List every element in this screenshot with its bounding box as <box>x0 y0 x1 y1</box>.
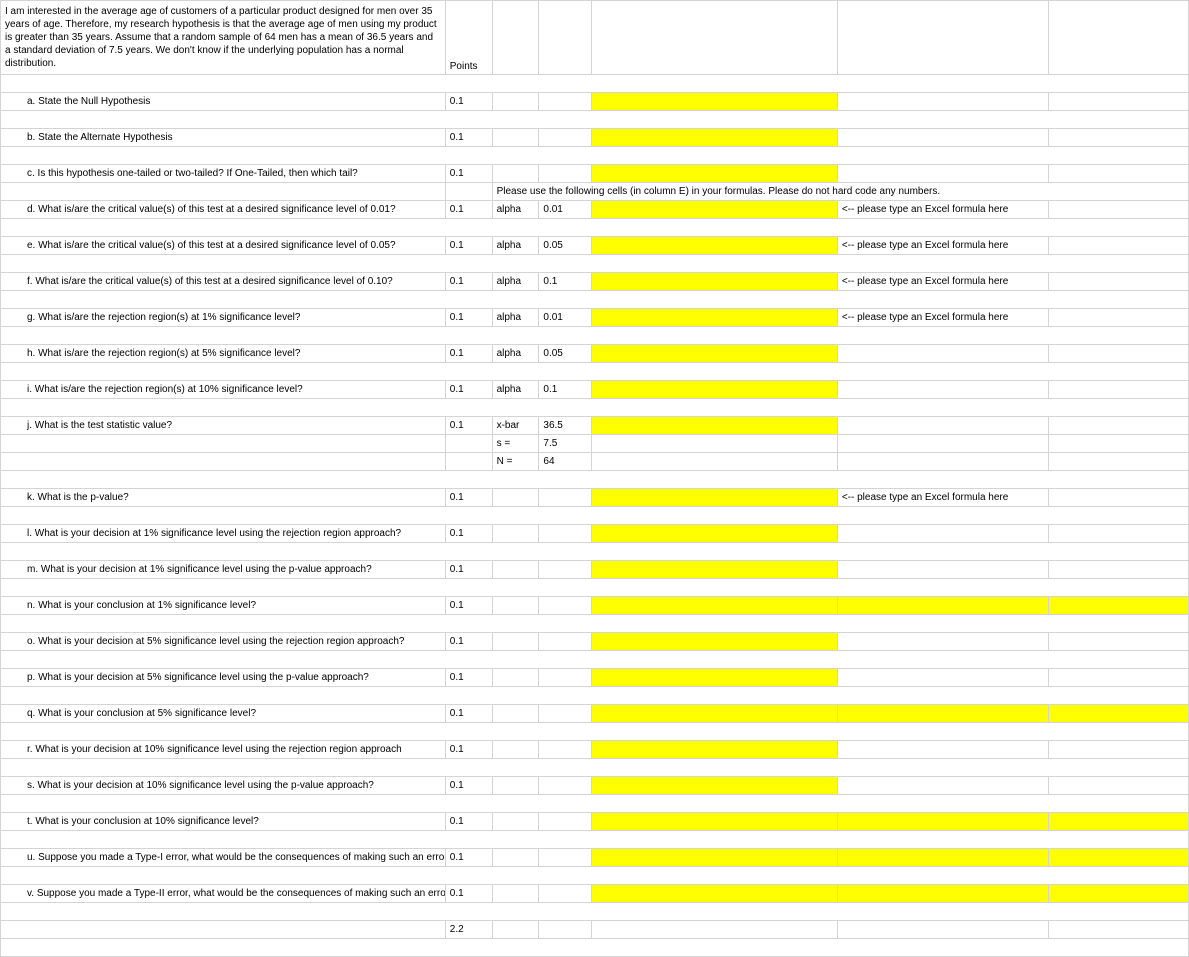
intro-row: I am interested in the average age of cu… <box>1 1 1189 75</box>
param-value[interactable]: 0.01 <box>539 201 592 219</box>
question-n: n. What is your conclusion at 1% signifi… <box>1 597 1189 615</box>
question-m: m. What is your decision at 1% significa… <box>1 561 1189 579</box>
answer-t-3[interactable] <box>1048 813 1189 831</box>
answer-q-1[interactable] <box>592 705 838 723</box>
q-d-text[interactable]: d. What is/are the critical value(s) of … <box>1 201 446 219</box>
points-cell[interactable]: 0.1 <box>445 93 492 111</box>
question-q: q. What is your conclusion at 5% signifi… <box>1 705 1189 723</box>
q-c-text[interactable]: c. Is this hypothesis one-tailed or two-… <box>1 165 446 183</box>
q-t-text[interactable]: t. What is your conclusion at 10% signif… <box>1 813 446 831</box>
q-i-text[interactable]: i. What is/are the rejection region(s) a… <box>1 381 446 399</box>
question-k: k. What is the p-value? 0.1 <-- please t… <box>1 489 1189 507</box>
answer-u-2[interactable] <box>837 849 1048 867</box>
q-v-text[interactable]: v. Suppose you made a Type-II error, wha… <box>1 885 446 903</box>
q-f-text[interactable]: f. What is/are the critical value(s) of … <box>1 273 446 291</box>
answer-n-1[interactable] <box>592 597 838 615</box>
answer-q-2[interactable] <box>837 705 1048 723</box>
question-f: f. What is/are the critical value(s) of … <box>1 273 1189 291</box>
answer-m[interactable] <box>592 561 838 579</box>
answer-k[interactable] <box>592 489 838 507</box>
answer-t-1[interactable] <box>592 813 838 831</box>
question-o: o. What is your decision at 5% significa… <box>1 633 1189 651</box>
answer-u-3[interactable] <box>1048 849 1189 867</box>
answer-u-1[interactable] <box>592 849 838 867</box>
question-p: p. What is your decision at 5% significa… <box>1 669 1189 687</box>
answer-s[interactable] <box>592 777 838 795</box>
answer-v-1[interactable] <box>592 885 838 903</box>
answer-v-2[interactable] <box>837 885 1048 903</box>
question-g: g. What is/are the rejection region(s) a… <box>1 309 1189 327</box>
question-r: r. What is your decision at 10% signific… <box>1 741 1189 759</box>
q-k-text[interactable]: k. What is the p-value? <box>1 489 446 507</box>
answer-h[interactable] <box>592 345 838 363</box>
q-q-text[interactable]: q. What is your conclusion at 5% signifi… <box>1 705 446 723</box>
q-p-text[interactable]: p. What is your decision at 5% significa… <box>1 669 446 687</box>
q-h-text[interactable]: h. What is/are the rejection region(s) a… <box>1 345 446 363</box>
q-g-text[interactable]: g. What is/are the rejection region(s) a… <box>1 309 446 327</box>
answer-n-3[interactable] <box>1048 597 1189 615</box>
param-n-label[interactable]: N = <box>492 453 539 471</box>
answer-v-3[interactable] <box>1048 885 1189 903</box>
total-row: 2.2 <box>1 921 1189 939</box>
param-s-value[interactable]: 7.5 <box>539 435 592 453</box>
q-l-text[interactable]: l. What is your decision at 1% significa… <box>1 525 446 543</box>
answer-n-2[interactable] <box>837 597 1048 615</box>
q-s-text[interactable]: s. What is your decision at 10% signific… <box>1 777 446 795</box>
question-b: b. State the Alternate Hypothesis 0.1 <box>1 129 1189 147</box>
answer-d[interactable] <box>592 201 838 219</box>
instruction-text: Please use the following cells (in colum… <box>492 183 1188 201</box>
question-t: t. What is your conclusion at 10% signif… <box>1 813 1189 831</box>
formula-hint: <-- please type an Excel formula here <box>837 201 1048 219</box>
question-e: e. What is/are the critical value(s) of … <box>1 237 1189 255</box>
param-xbar-label[interactable]: x-bar <box>492 417 539 435</box>
answer-j[interactable] <box>592 417 838 435</box>
answer-p[interactable] <box>592 669 838 687</box>
answer-b[interactable] <box>592 129 838 147</box>
answer-c[interactable] <box>592 165 838 183</box>
q-o-text[interactable]: o. What is your decision at 5% significa… <box>1 633 446 651</box>
answer-t-2[interactable] <box>837 813 1048 831</box>
answer-a[interactable] <box>592 93 838 111</box>
question-v: v. Suppose you made a Type-II error, wha… <box>1 885 1189 903</box>
q-b-text[interactable]: b. State the Alternate Hypothesis <box>1 129 446 147</box>
q-r-text[interactable]: r. What is your decision at 10% signific… <box>1 741 446 759</box>
q-j-text[interactable]: j. What is the test statistic value? <box>1 417 446 435</box>
question-a: a. State the Null Hypothesis 0.1 <box>1 93 1189 111</box>
question-s: s. What is your decision at 10% signific… <box>1 777 1189 795</box>
q-e-text[interactable]: e. What is/are the critical value(s) of … <box>1 237 446 255</box>
q-a-text[interactable]: a. State the Null Hypothesis <box>1 93 446 111</box>
question-l: l. What is your decision at 1% significa… <box>1 525 1189 543</box>
spreadsheet-grid[interactable]: I am interested in the average age of cu… <box>0 0 1189 957</box>
question-h: h. What is/are the rejection region(s) a… <box>1 345 1189 363</box>
q-u-text[interactable]: u. Suppose you made a Type-I error, what… <box>1 849 446 867</box>
param-xbar-value[interactable]: 36.5 <box>539 417 592 435</box>
question-i: i. What is/are the rejection region(s) a… <box>1 381 1189 399</box>
question-u: u. Suppose you made a Type-I error, what… <box>1 849 1189 867</box>
param-s-label[interactable]: s = <box>492 435 539 453</box>
q-m-text[interactable]: m. What is your decision at 1% significa… <box>1 561 446 579</box>
answer-i[interactable] <box>592 381 838 399</box>
answer-f[interactable] <box>592 273 838 291</box>
points-header: Points <box>445 1 492 75</box>
param-label[interactable]: alpha <box>492 201 539 219</box>
q-n-text[interactable]: n. What is your conclusion at 1% signifi… <box>1 597 446 615</box>
answer-g[interactable] <box>592 309 838 327</box>
question-j: j. What is the test statistic value? 0.1… <box>1 417 1189 435</box>
total-points[interactable]: 2.2 <box>445 921 492 939</box>
intro-cell[interactable]: I am interested in the average age of cu… <box>1 1 446 75</box>
instruction-row: Please use the following cells (in colum… <box>1 183 1189 201</box>
param-n-value[interactable]: 64 <box>539 453 592 471</box>
answer-q-3[interactable] <box>1048 705 1189 723</box>
question-c: c. Is this hypothesis one-tailed or two-… <box>1 165 1189 183</box>
question-d: d. What is/are the critical value(s) of … <box>1 201 1189 219</box>
answer-r[interactable] <box>592 741 838 759</box>
answer-l[interactable] <box>592 525 838 543</box>
answer-o[interactable] <box>592 633 838 651</box>
answer-e[interactable] <box>592 237 838 255</box>
